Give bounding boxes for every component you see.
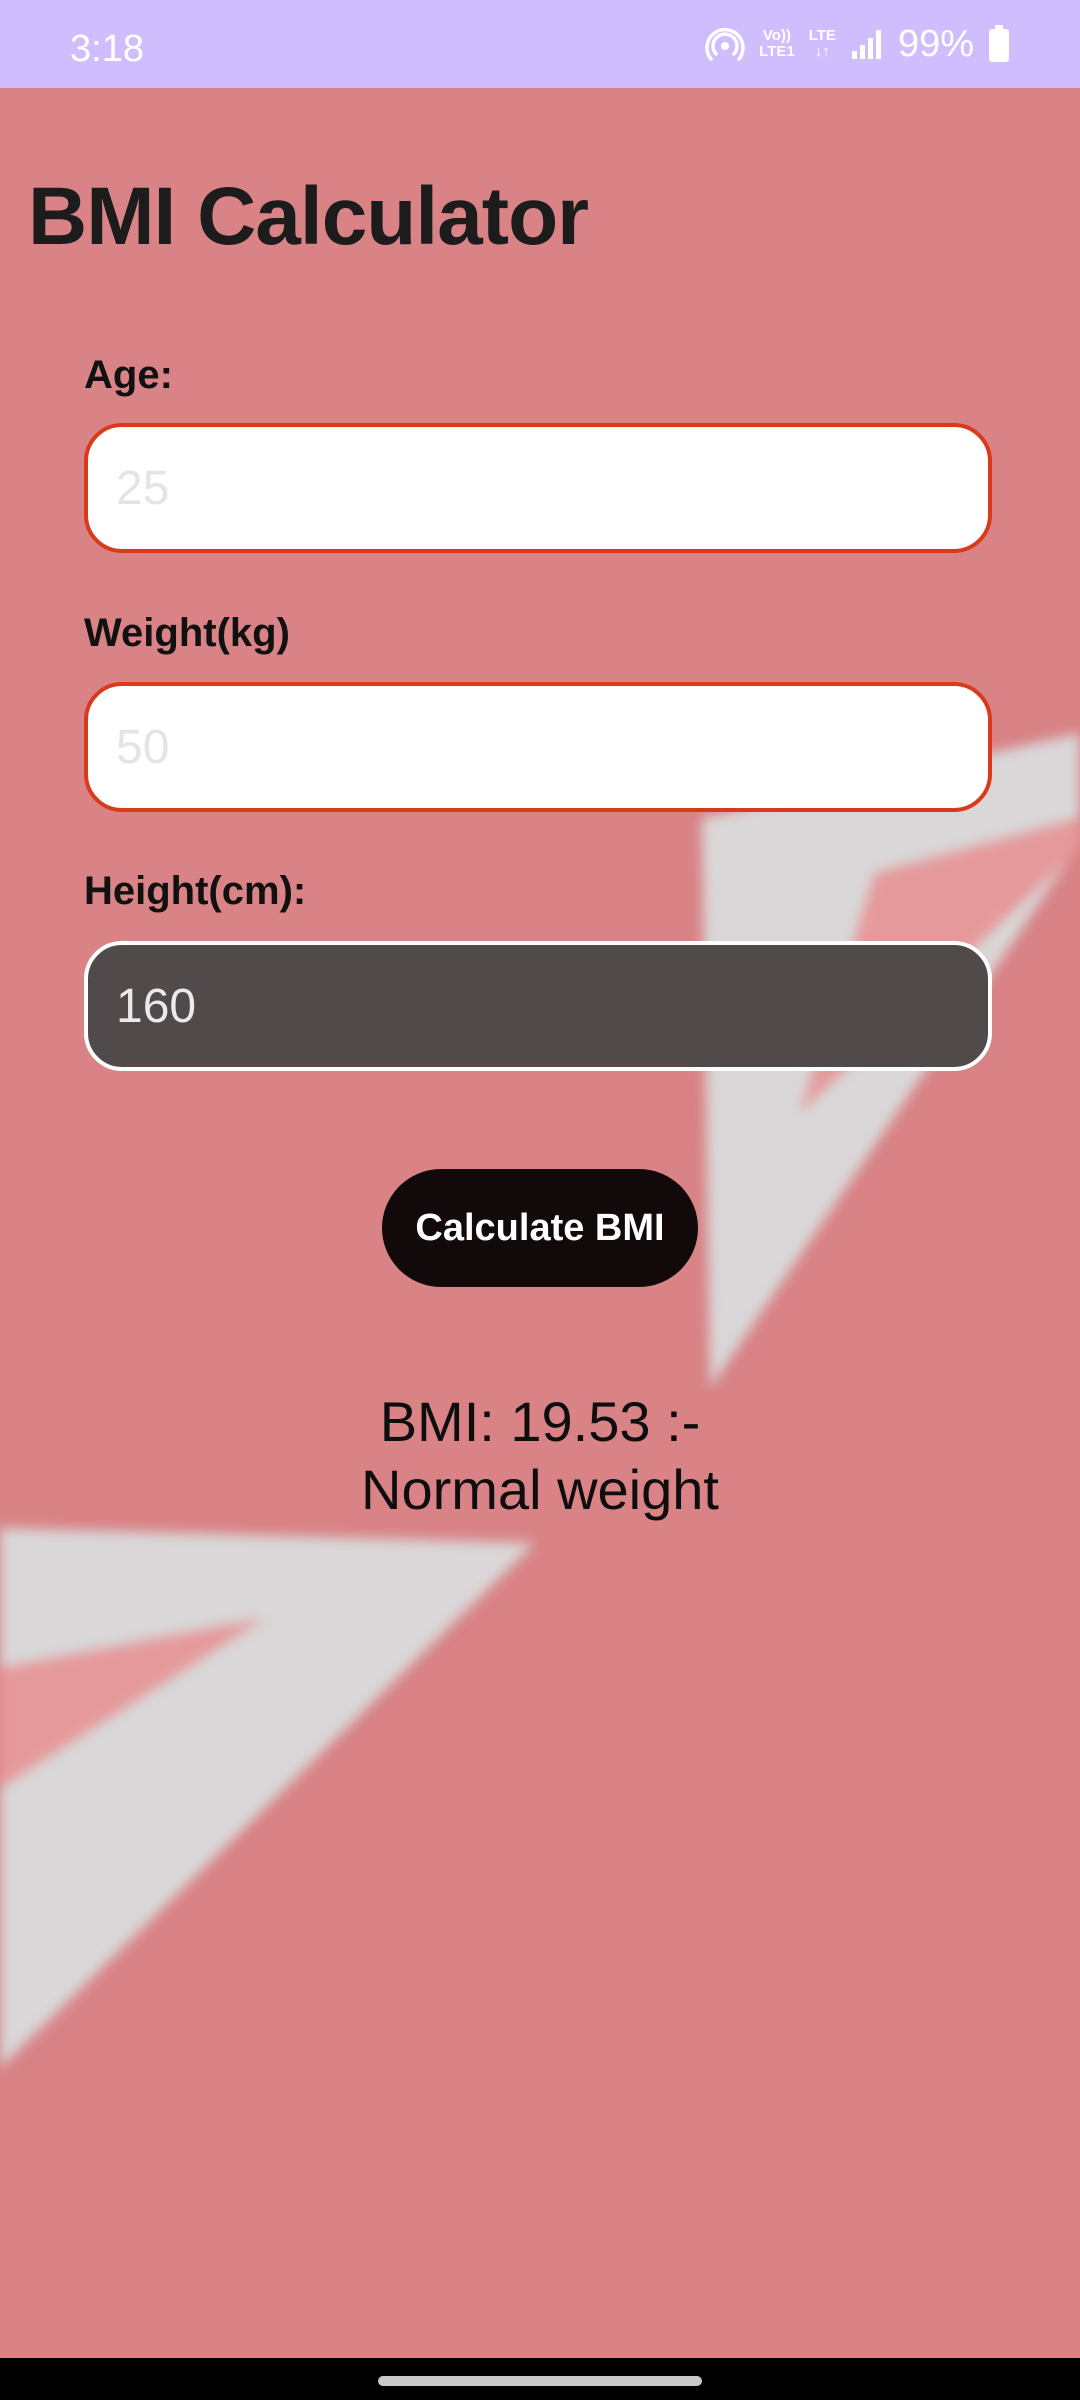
lte-icon: LTE ↓↑ [809, 28, 836, 60]
calculate-bmi-button[interactable]: Calculate BMI [382, 1169, 698, 1287]
home-gesture-handle[interactable] [378, 2376, 702, 2386]
height-input[interactable] [84, 941, 992, 1071]
bmi-result-value: BMI: 19.53 :- [379, 1390, 701, 1453]
weight-input[interactable] [84, 682, 992, 812]
status-time: 3:18 [70, 28, 144, 70]
app-screen: BMI Calculator Age: Weight(kg) Height(cm… [0, 88, 1080, 2358]
bmi-result: BMI: 19.53 :- Normal weight [240, 1388, 840, 1524]
status-icons: Vo)) LTE1 LTE ↓↑ 99% [705, 20, 1010, 68]
volte-icon: Vo)) LTE1 [759, 28, 795, 60]
lte-bottom-text: ↓↑ [814, 43, 830, 60]
volte-bottom-text: LTE1 [759, 43, 795, 60]
status-bar: 3:18 Vo)) LTE1 LTE ↓↑ 99% [0, 0, 1080, 88]
lte-top-text: LTE [808, 27, 836, 44]
battery-icon [988, 25, 1010, 63]
weight-label: Weight(kg) [84, 611, 290, 655]
height-label: Height(cm): [84, 869, 307, 913]
signal-icon [850, 27, 884, 61]
hotspot-icon [705, 24, 745, 64]
page-title: BMI Calculator [28, 171, 589, 262]
age-label: Age: [84, 353, 173, 397]
volte-top-text: Vo)) [762, 27, 791, 44]
age-input[interactable] [84, 423, 992, 553]
navigation-bar [0, 2358, 1080, 2400]
bmi-result-category: Normal weight [361, 1458, 719, 1521]
battery-percent: 99% [897, 23, 974, 65]
